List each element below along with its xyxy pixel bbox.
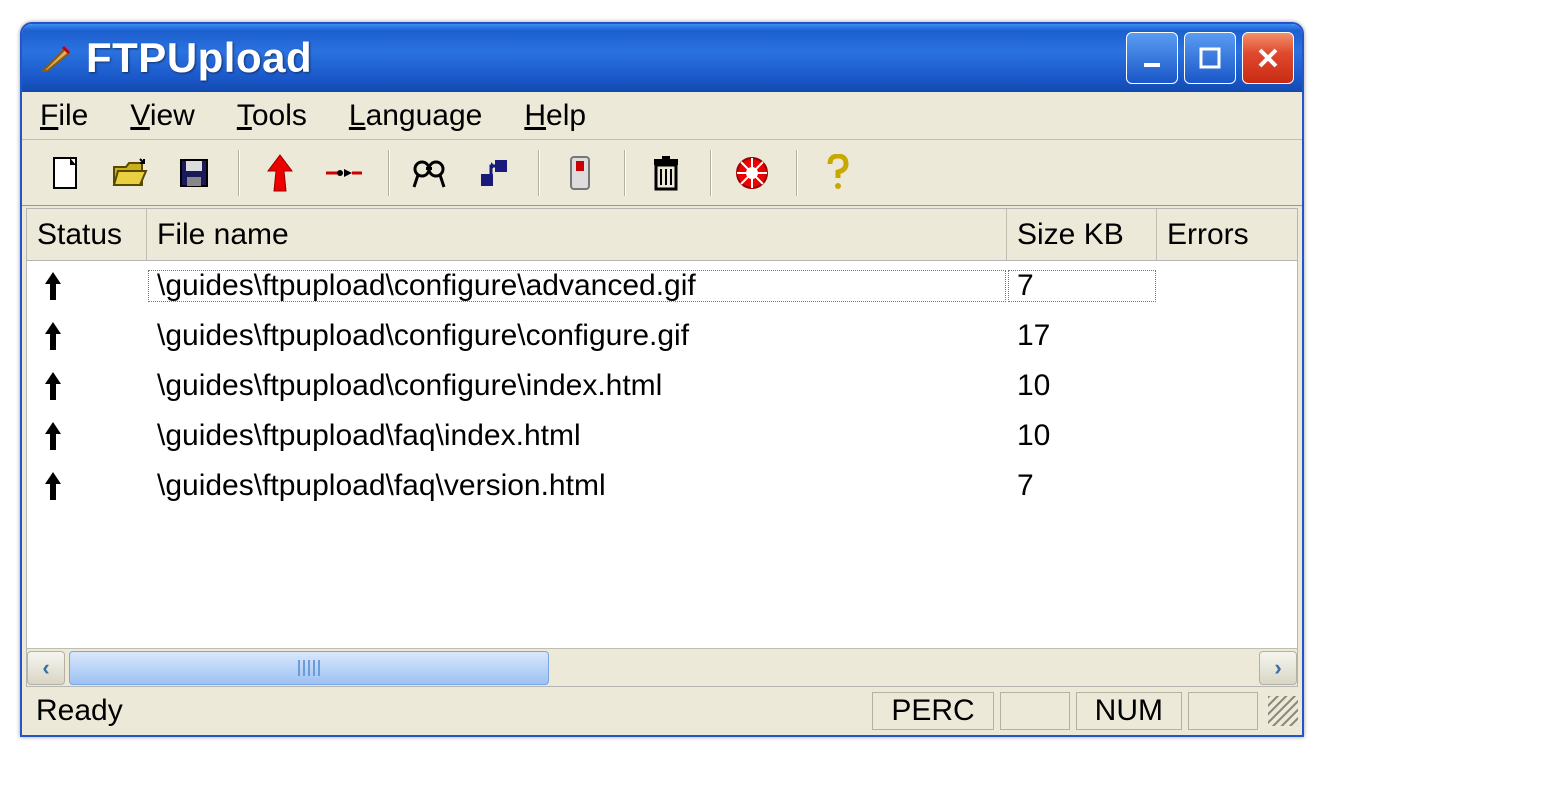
path-icon[interactable] (464, 146, 524, 200)
status-ready: Ready (36, 694, 872, 728)
column-headers: Status File name Size KB Errors (27, 209, 1297, 261)
status-arrow-icon (27, 470, 147, 502)
toolbar-separator (710, 150, 712, 196)
cell-size: 10 (1007, 369, 1157, 403)
stop-icon[interactable] (722, 146, 782, 200)
help-icon[interactable] (808, 146, 868, 200)
status-arrow-icon (27, 370, 147, 402)
upload-icon[interactable] (250, 146, 310, 200)
cell-filename: \guides\ftpupload\configure\configure.gi… (147, 319, 1007, 353)
menubar: File View Tools Language Help (22, 92, 1302, 140)
column-errors[interactable]: Errors (1157, 209, 1297, 260)
scroll-track[interactable] (69, 651, 1255, 685)
scroll-left-button[interactable]: ‹ (27, 651, 65, 685)
window-title: FTPUpload (86, 34, 1120, 82)
new-icon[interactable] (36, 146, 96, 200)
column-size[interactable]: Size KB (1007, 209, 1157, 260)
toolbar (22, 140, 1302, 206)
options-icon[interactable] (550, 146, 610, 200)
cell-size: 7 (1007, 269, 1157, 303)
menu-help[interactable]: Help (524, 99, 586, 133)
status-arrow-icon (27, 270, 147, 302)
file-rows: \guides\ftpupload\configure\advanced.gif… (27, 261, 1297, 648)
connect-icon[interactable] (314, 146, 374, 200)
column-filename[interactable]: File name (147, 209, 1007, 260)
statusbar: Ready PERC NUM (22, 687, 1302, 735)
minimize-button[interactable] (1126, 32, 1178, 84)
table-row[interactable]: \guides\ftpupload\faq\version.html7 (27, 461, 1297, 511)
scroll-grip-icon (298, 660, 320, 676)
status-arrow-icon (27, 420, 147, 452)
table-row[interactable]: \guides\ftpupload\configure\configure.gi… (27, 311, 1297, 361)
cell-size: 7 (1007, 469, 1157, 503)
toolbar-separator (238, 150, 240, 196)
titlebar[interactable]: FTPUpload (22, 24, 1302, 92)
menu-language[interactable]: Language (349, 99, 482, 133)
column-status[interactable]: Status (27, 209, 147, 260)
toolbar-separator (624, 150, 626, 196)
cell-size: 10 (1007, 419, 1157, 453)
app-window: FTPUpload File View Tools Language Help (20, 22, 1304, 737)
toolbar-separator (796, 150, 798, 196)
status-pane-empty1 (1000, 692, 1070, 730)
status-pane-num: NUM (1076, 692, 1182, 730)
menu-file[interactable]: File (40, 99, 88, 133)
cell-filename: \guides\ftpupload\configure\index.html (147, 369, 1007, 403)
table-row[interactable]: \guides\ftpupload\configure\index.html10 (27, 361, 1297, 411)
horizontal-scrollbar[interactable]: ‹ › (27, 648, 1297, 686)
table-row[interactable]: \guides\ftpupload\configure\advanced.gif… (27, 261, 1297, 311)
file-list: Status File name Size KB Errors \guides\… (26, 208, 1298, 687)
cell-size: 17 (1007, 319, 1157, 353)
cell-filename: \guides\ftpupload\configure\advanced.gif (147, 269, 1007, 303)
toolbar-separator (388, 150, 390, 196)
toolbar-separator (538, 150, 540, 196)
menu-view[interactable]: View (130, 99, 194, 133)
status-pane-empty2 (1188, 692, 1258, 730)
status-arrow-icon (27, 320, 147, 352)
find-icon[interactable] (400, 146, 460, 200)
status-pane-perc: PERC (872, 692, 993, 730)
menu-tools[interactable]: Tools (237, 99, 307, 133)
scroll-thumb[interactable] (69, 651, 549, 685)
delete-icon[interactable] (636, 146, 696, 200)
cell-filename: \guides\ftpupload\faq\version.html (147, 469, 1007, 503)
app-icon (36, 38, 76, 78)
close-button[interactable] (1242, 32, 1294, 84)
resize-grip-icon[interactable] (1268, 696, 1298, 726)
table-row[interactable]: \guides\ftpupload\faq\index.html10 (27, 411, 1297, 461)
save-icon[interactable] (164, 146, 224, 200)
cell-filename: \guides\ftpupload\faq\index.html (147, 419, 1007, 453)
maximize-button[interactable] (1184, 32, 1236, 84)
open-icon[interactable] (100, 146, 160, 200)
scroll-right-button[interactable]: › (1259, 651, 1297, 685)
